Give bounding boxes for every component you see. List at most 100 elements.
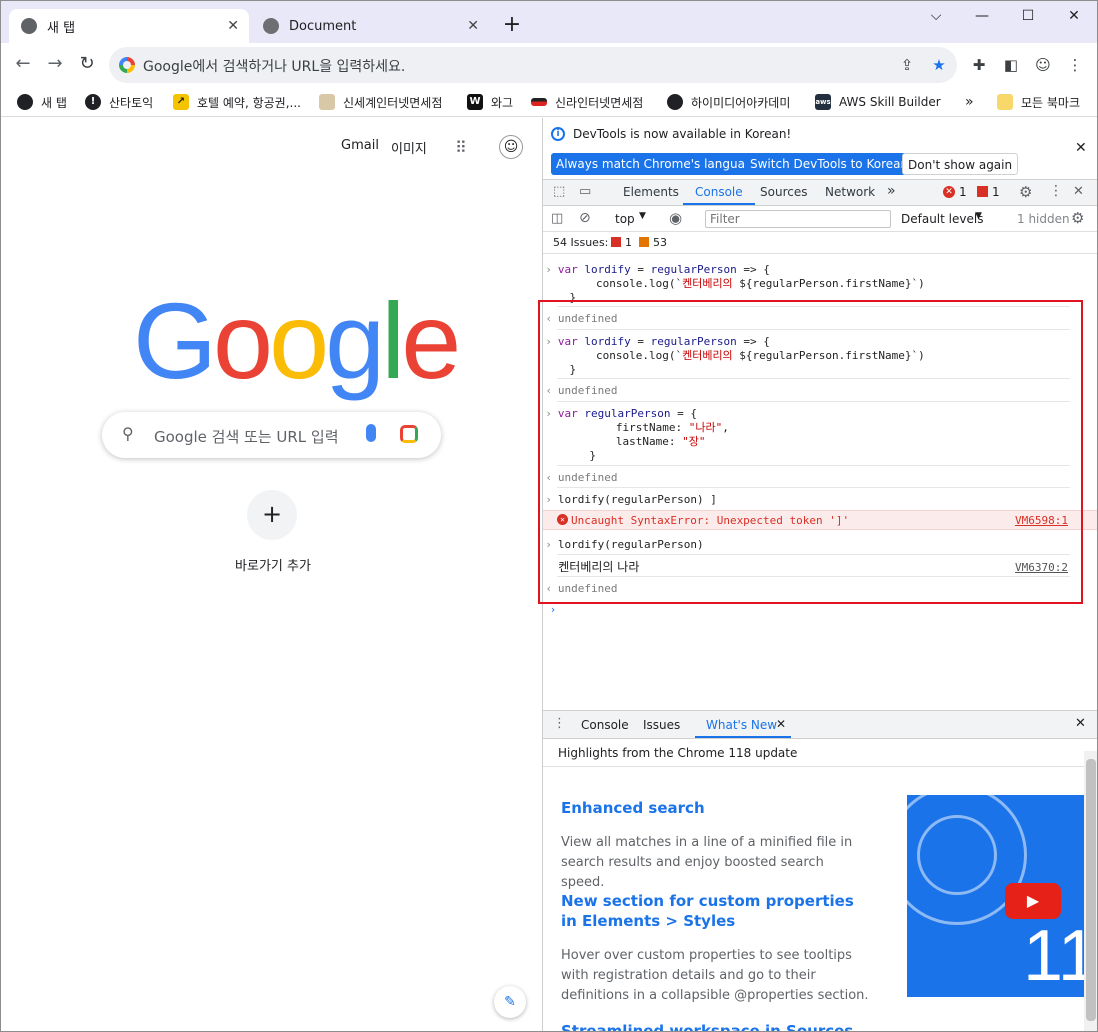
reload-icon[interactable]: ↻ (75, 53, 99, 77)
address-bar[interactable]: Google에서 검색하거나 URL을 입력하세요. ⇪ ★ (109, 47, 957, 83)
tab-search-icon[interactable]: ⌵ (913, 1, 959, 33)
feature-title[interactable]: Enhanced search (561, 798, 871, 818)
globe-icon (667, 94, 683, 110)
new-tab-button[interactable]: + (499, 13, 525, 39)
tab-document[interactable]: Document ✕ (251, 9, 489, 43)
bookmark-item[interactable]: ↗ 호텔 예약, 항공권,... (173, 92, 301, 112)
customize-menu-icon[interactable]: ⋮ (1049, 183, 1063, 199)
bookmark-label: 모든 북마크 (1021, 95, 1081, 110)
side-panel-icon[interactable]: ◧ (1001, 55, 1021, 75)
shilla-icon (531, 98, 547, 106)
close-window-button[interactable]: ✕ (1051, 1, 1097, 33)
device-toolbar-icon[interactable]: ▭ (579, 184, 591, 199)
console-prompt[interactable]: › (543, 603, 1083, 617)
tab-elements[interactable]: Elements (623, 185, 679, 199)
live-expression-eye-icon[interactable]: ◉ (669, 209, 682, 227)
bookmark-item[interactable]: aws AWS Skill Builder (815, 92, 941, 112)
forward-icon[interactable]: → (43, 53, 67, 77)
clear-console-icon[interactable]: ⊘ (579, 210, 591, 226)
microphone-icon[interactable] (366, 424, 376, 442)
bookmark-label: 와그 (491, 95, 514, 110)
console-input-entry: › var lordify = regularPerson => { (543, 263, 770, 276)
close-tab-icon[interactable]: ✕ (776, 717, 786, 731)
always-match-language-button[interactable]: Always match Chrome's language (551, 153, 765, 175)
apps-grid-icon[interactable]: ⠿ (455, 138, 467, 157)
infobar-message: DevTools is now available in Korean! (573, 127, 792, 141)
bookmark-item[interactable]: 하이미디어아카데미 (667, 92, 790, 112)
issue-error-icon (611, 237, 621, 247)
sidebar-toggle-icon[interactable]: ◫ (551, 211, 563, 226)
scrollbar-thumb[interactable] (1086, 759, 1096, 1021)
minimize-button[interactable]: — (959, 1, 1005, 33)
more-tabs-icon[interactable]: » (887, 183, 896, 199)
add-shortcut-button[interactable]: + (247, 490, 297, 540)
profile-avatar[interactable]: ☺ (1033, 55, 1053, 75)
all-bookmarks-folder[interactable]: 모든 북마크 (997, 92, 1080, 112)
account-avatar[interactable]: ☺ (499, 135, 523, 159)
close-drawer-icon[interactable]: ✕ (1075, 716, 1086, 731)
drawer-menu-icon[interactable]: ⋮ (553, 716, 566, 731)
context-selector[interactable]: top (615, 212, 635, 226)
issues-warning-count: 53 (653, 236, 667, 249)
shinsegae-icon (319, 94, 335, 110)
google-logo: Google (133, 280, 461, 401)
chrome-118-promo-image: ▶ 11 (907, 795, 1085, 997)
gmail-link[interactable]: Gmail (341, 138, 379, 153)
google-lens-icon[interactable] (400, 425, 418, 443)
bookmark-item[interactable]: 새 탭 (17, 92, 67, 112)
folder-icon (997, 94, 1013, 110)
switch-to-korean-button[interactable]: Switch DevTools to Korean (745, 153, 914, 175)
extensions-icon[interactable]: ✚ (969, 55, 989, 75)
console-settings-icon[interactable]: ⚙ (1071, 209, 1084, 227)
back-icon[interactable]: ← (11, 53, 35, 77)
warn-count[interactable]: 1 (992, 185, 1000, 199)
tab-network[interactable]: Network (825, 185, 875, 199)
bookmark-label: AWS Skill Builder (839, 95, 941, 109)
bookmark-item[interactable]: ! 산타토익 (85, 92, 153, 112)
address-placeholder: Google에서 검색하거나 URL을 입력하세요. (143, 59, 406, 75)
maximize-button[interactable]: ☐ (1005, 1, 1051, 33)
drawer-tab-console[interactable]: Console (581, 718, 629, 732)
console-input-line: console.log(`켄터베리의 ${regularPerson.first… (543, 277, 925, 290)
issues-bar[interactable]: 54 Issues: 1 53 (543, 232, 1097, 254)
share-icon[interactable]: ⇪ (897, 55, 917, 75)
tab-title: Document (289, 18, 357, 34)
highlight-annotation-box (538, 300, 1083, 604)
bookmark-star-icon[interactable]: ★ (929, 55, 949, 75)
feature-title[interactable]: Streamlined workspace in Sources (561, 1021, 871, 1031)
bookmarks-overflow-icon[interactable]: » (965, 92, 974, 112)
menu-icon[interactable]: ⋮ (1065, 55, 1085, 75)
close-infobar-icon[interactable]: ✕ (1075, 140, 1087, 156)
drawer-tab-issues[interactable]: Issues (643, 718, 680, 732)
dont-show-again-button[interactable]: Don't show again (902, 153, 1019, 175)
chrome-icon (21, 18, 37, 34)
close-tab-icon[interactable]: ✕ (227, 18, 239, 34)
log-levels-dropdown[interactable]: Default levels (901, 212, 983, 226)
search-placeholder: Google 검색 또는 URL 입력 (154, 428, 339, 446)
drawer-tab-whats-new[interactable]: What's New (706, 718, 777, 732)
settings-gear-icon[interactable]: ⚙ (1019, 183, 1032, 201)
bookmark-label: 새 탭 (41, 95, 67, 110)
bookmark-item[interactable]: 신라인터넷면세점 (531, 92, 643, 112)
drawer-scrollbar[interactable] (1084, 751, 1097, 1031)
close-devtools-icon[interactable]: ✕ (1073, 184, 1084, 199)
devtools-language-infobar: i DevTools is now available in Korean! A… (543, 118, 1097, 180)
console-filter-input[interactable] (705, 210, 891, 228)
issue-warning-icon (639, 237, 649, 247)
tab-console[interactable]: Console (695, 185, 743, 199)
feature-title[interactable]: New section for custom properties in Ele… (561, 891, 871, 931)
tab-new-tab[interactable]: 새 탭 ✕ (9, 9, 249, 43)
browser-toolbar: ← → ↻ Google에서 검색하거나 URL을 입력하세요. ⇪ ★ ✚ ◧… (1, 43, 1097, 87)
close-tab-icon[interactable]: ✕ (467, 18, 479, 34)
images-link[interactable]: 이미지 (391, 138, 427, 157)
bookmark-item[interactable]: 신세계인터넷면세점 (319, 92, 442, 112)
inspect-element-icon[interactable]: ⬚ (553, 184, 565, 199)
bookmark-label: 호텔 예약, 항공권,... (197, 95, 301, 110)
tab-sources[interactable]: Sources (760, 185, 807, 199)
google-search-box[interactable]: ⚲ Google 검색 또는 URL 입력 (102, 412, 441, 458)
error-count[interactable]: 1 (959, 185, 967, 199)
search-icon: ⚲ (122, 424, 134, 443)
customize-pencil-icon[interactable]: ✎ (494, 986, 526, 1018)
bookmark-item[interactable]: W 와그 (467, 92, 513, 112)
drawer-tabs: ⋮ Console Issues What's New ✕ ✕ (543, 711, 1097, 739)
